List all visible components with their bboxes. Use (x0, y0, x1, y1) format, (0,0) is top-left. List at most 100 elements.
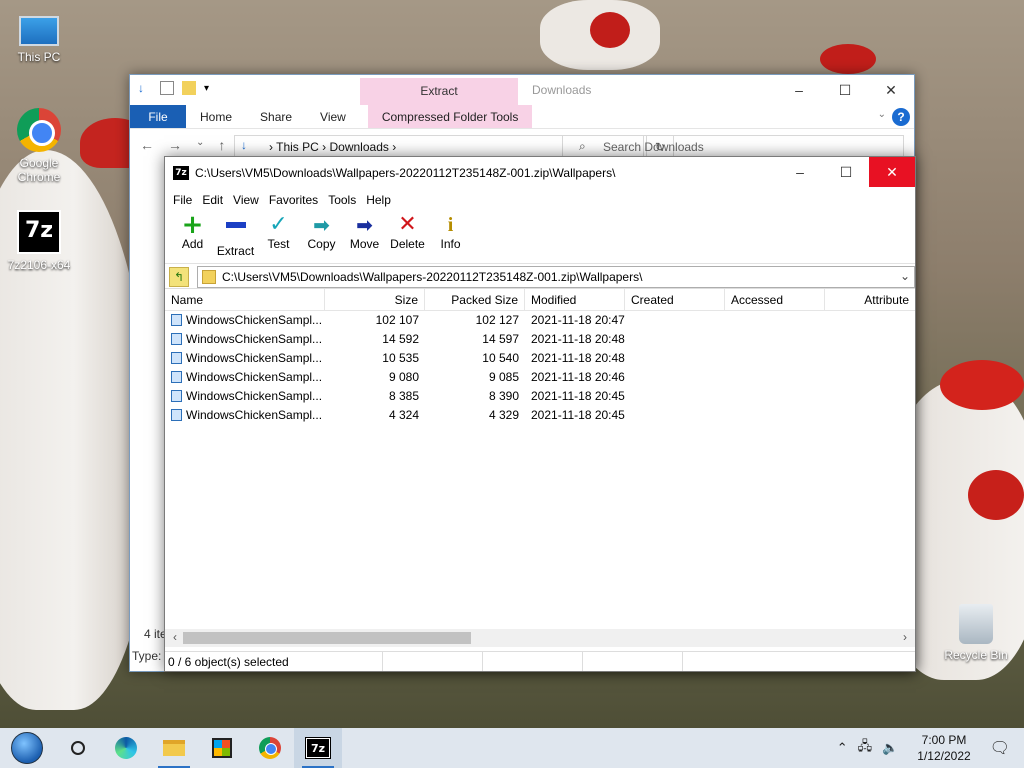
new-folder-icon[interactable] (182, 81, 196, 95)
menu-help[interactable]: Help (361, 189, 396, 211)
taskbar-7zip[interactable]: 7z (294, 728, 342, 768)
extract-context-tab[interactable]: Extract (360, 78, 518, 105)
edge-icon (115, 737, 137, 759)
taskbar-chrome[interactable] (246, 728, 294, 768)
network-icon[interactable]: 🖧 (858, 737, 873, 759)
start-button[interactable] (0, 728, 54, 768)
file-modified: 2021-11-18 20:45 (531, 389, 625, 403)
7zip-file-list: Name Size Packed Size Modified Created A… (165, 288, 915, 633)
file-name: WindowsChickenSampl... (186, 370, 323, 384)
move-label: Move (349, 237, 380, 251)
image-file-icon (171, 371, 182, 383)
chrome-icon (259, 737, 281, 759)
maximize-icon[interactable]: ☐ (823, 157, 869, 187)
recycle-bin-icon (959, 604, 993, 644)
tab-view[interactable]: View (306, 105, 360, 128)
back-icon[interactable]: ← (140, 137, 154, 153)
taskbar-search-button[interactable] (54, 728, 102, 768)
clock-time: 7:00 PM (921, 733, 967, 747)
taskbar-store[interactable] (198, 728, 246, 768)
taskbar-clock[interactable]: 7:00 PM 1/12/2022 (917, 732, 970, 764)
desktop-icon-recycle-bin[interactable]: Recycle Bin (940, 604, 1012, 662)
copy-button[interactable]: ➡ Copy (300, 211, 343, 263)
desktop-icon-7zip-installer[interactable]: 7z 7z2106-x64 (4, 210, 74, 272)
column-header-created[interactable]: Created (625, 289, 725, 310)
maximize-icon[interactable]: ☐ (822, 75, 868, 105)
chevron-down-icon[interactable]: ⌄ (900, 269, 910, 283)
file-row[interactable]: WindowsChickenSampl... 14 592 14 597 202… (165, 330, 915, 349)
breadcrumb-sep-icon: › (322, 140, 330, 154)
help-icon[interactable]: ? (892, 108, 910, 126)
tab-share[interactable]: Share (246, 105, 306, 128)
desktop-icon-chrome[interactable]: Google Chrome (4, 108, 74, 184)
scrollbar-thumb[interactable] (183, 632, 471, 644)
file-row[interactable]: WindowsChickenSampl... 8 385 8 390 2021-… (165, 387, 915, 406)
desktop-icon-label: Google Chrome (17, 156, 61, 184)
notifications-icon[interactable]: 🗨 (990, 738, 1010, 758)
7zip-window-controls: – ☐ ✕ (777, 157, 915, 187)
menu-view[interactable]: View (228, 189, 264, 211)
scroll-right-icon[interactable]: › (897, 630, 913, 644)
menu-file[interactable]: File (168, 189, 197, 211)
file-packed-size: 10 540 (482, 351, 519, 365)
column-header-attributes[interactable]: Attribute (825, 289, 915, 310)
column-header-packed-size[interactable]: Packed Size (425, 289, 525, 310)
file-name: WindowsChickenSampl... (186, 408, 323, 422)
download-arrow-icon[interactable]: ↓ (138, 81, 152, 95)
horizontal-scrollbar[interactable]: ‹ › (165, 629, 915, 647)
customize-dropdown-icon[interactable]: ▾ (204, 83, 209, 94)
add-icon: + (181, 210, 204, 240)
tab-compressed-folder-tools[interactable]: Compressed Folder Tools (367, 105, 533, 128)
downloads-folder-icon: ↓ (241, 138, 247, 152)
chevron-up-icon[interactable]: ⌃ (837, 740, 848, 756)
up-folder-icon[interactable]: ↰ (169, 267, 189, 287)
info-button[interactable]: i Info (429, 211, 472, 263)
file-row[interactable]: WindowsChickenSampl... 9 080 9 085 2021-… (165, 368, 915, 387)
column-header-name[interactable]: Name (165, 289, 325, 310)
properties-icon[interactable] (160, 81, 174, 95)
add-button[interactable]: + Add (171, 211, 214, 263)
taskbar-file-explorer[interactable] (150, 728, 198, 768)
minimize-icon[interactable]: – (777, 157, 823, 187)
menu-favorites[interactable]: Favorites (264, 189, 323, 211)
file-modified: 2021-11-18 20:45 (531, 408, 625, 422)
recent-dropdown-icon[interactable]: ⌄ (196, 137, 204, 153)
menu-tools[interactable]: Tools (323, 189, 361, 211)
test-button[interactable]: ✓ Test (257, 211, 300, 263)
move-icon: ➡ (356, 213, 373, 237)
tab-home[interactable]: Home (186, 105, 246, 128)
info-label: Info (440, 237, 461, 251)
column-header-modified[interactable]: Modified (525, 289, 625, 310)
forward-icon[interactable]: → (168, 137, 182, 153)
explorer-title: Downloads (532, 83, 592, 97)
file-row[interactable]: WindowsChickenSampl... 102 107 102 127 2… (165, 311, 915, 330)
column-header-size[interactable]: Size (325, 289, 425, 310)
wallpaper-wattle (968, 470, 1024, 520)
file-modified: 2021-11-18 20:48 (531, 351, 625, 365)
ribbon-expand-icon[interactable]: ⌄ (878, 109, 886, 120)
move-button[interactable]: ➡ Move (343, 211, 386, 263)
desktop-icon-this-pc[interactable]: This PC (4, 10, 74, 64)
taskbar-edge[interactable] (102, 728, 150, 768)
close-icon[interactable]: ✕ (868, 75, 914, 105)
file-row[interactable]: WindowsChickenSampl... 4 324 4 329 2021-… (165, 406, 915, 425)
tab-file[interactable]: File (130, 105, 186, 128)
extract-button[interactable]: Extract (214, 211, 257, 263)
delete-button[interactable]: ✕ Delete (386, 211, 429, 263)
file-packed-size: 102 127 (475, 313, 519, 327)
image-file-icon (171, 314, 182, 326)
menu-edit[interactable]: Edit (197, 189, 228, 211)
breadcrumb-downloads[interactable]: Downloads (330, 140, 389, 154)
copy-label: Copy (307, 237, 336, 251)
7zip-path-field[interactable]: C:\Users\VM5\Downloads\Wallpapers-202201… (197, 266, 915, 288)
volume-muted-icon[interactable]: 🔈 (882, 740, 898, 756)
folder-icon (202, 270, 216, 284)
up-icon[interactable]: ↑ (218, 137, 225, 153)
file-row[interactable]: WindowsChickenSampl... 10 535 10 540 202… (165, 349, 915, 368)
minimize-icon[interactable]: – (776, 75, 822, 105)
file-packed-size: 9 085 (488, 370, 519, 384)
column-header-accessed[interactable]: Accessed (725, 289, 825, 310)
close-icon[interactable]: ✕ (869, 157, 915, 187)
breadcrumb-this-pc[interactable]: This PC (276, 140, 319, 154)
scroll-left-icon[interactable]: ‹ (167, 630, 183, 644)
